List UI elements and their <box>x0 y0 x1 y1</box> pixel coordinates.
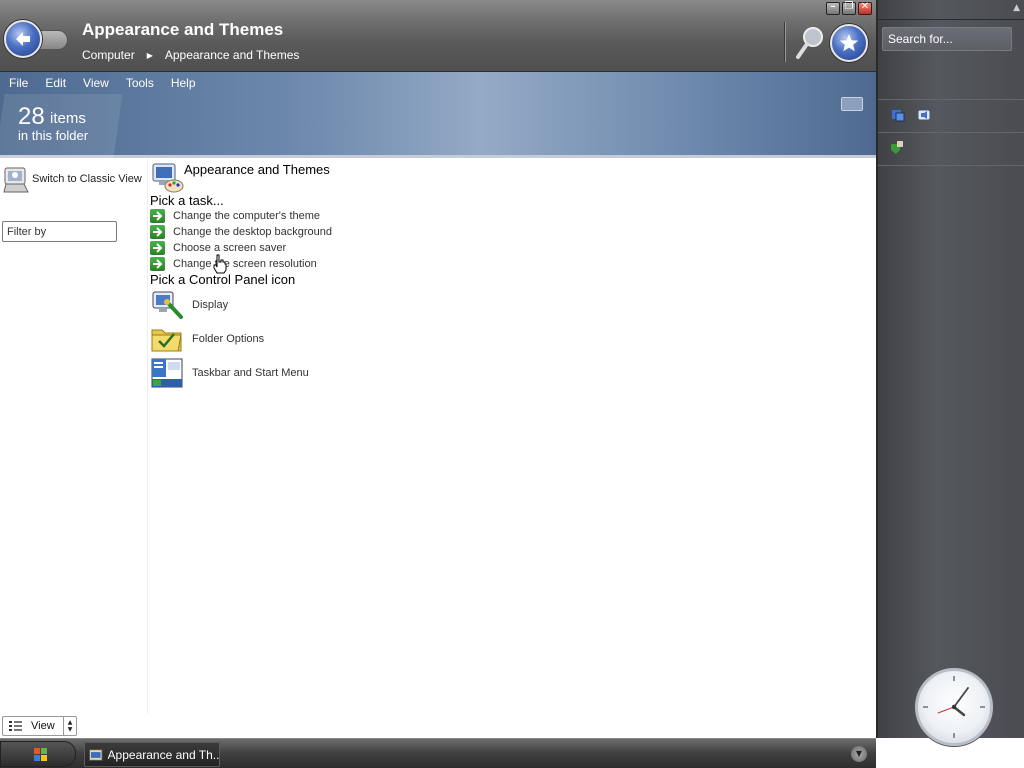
back-button[interactable] <box>4 20 42 58</box>
sidebar-search-input[interactable]: Search for... <box>882 27 1012 51</box>
control-panel-window-icon <box>89 748 103 761</box>
volume-icon[interactable] <box>916 107 932 123</box>
task-label: Choose a screen saver <box>173 242 287 254</box>
content-area: Appearance and Themes Pick a task... Cha… <box>148 159 874 737</box>
cp-item-label: Taskbar and Start Menu <box>192 367 309 379</box>
cp-item-label: Folder Options <box>192 333 265 345</box>
item-count-subtitle: in this folder <box>18 128 89 143</box>
favorites-button[interactable] <box>830 24 868 62</box>
green-arrow-icon <box>150 209 165 223</box>
view-bar: View ▲ ▼ <box>0 714 876 738</box>
task-label: Change the screen resolution <box>173 258 317 270</box>
green-arrow-icon <box>150 225 165 239</box>
breadcrumb-separator-icon: ▶ <box>146 50 153 60</box>
taskbar-window-label: Appearance and Th... <box>107 747 219 762</box>
green-arrow-icon <box>150 241 165 255</box>
minimize-button[interactable]: – <box>826 1 840 15</box>
green-arrow-icon <box>150 257 165 271</box>
menu-edit[interactable]: Edit <box>44 76 73 90</box>
close-button[interactable]: ✕ <box>858 1 872 15</box>
star-icon <box>839 34 859 52</box>
cp-item-taskbar-start-menu[interactable]: Taskbar and Start Menu <box>150 356 309 390</box>
switch-classic-view-label: Switch to Classic View <box>32 173 142 185</box>
folder-options-icon <box>151 329 182 352</box>
windows-logo-icon <box>34 748 47 761</box>
task-change-background[interactable]: Change the desktop background <box>150 224 332 240</box>
sidebar-chevron-icon[interactable]: ▲ <box>1013 3 1020 13</box>
network-icon[interactable] <box>890 107 906 123</box>
window-titlebar: Appearance and Themes Computer ▶ Appeara… <box>0 0 876 72</box>
pick-task-heading: Pick a task... <box>150 193 224 208</box>
menu-tools[interactable]: Tools <box>125 76 161 90</box>
display-icon <box>152 291 183 319</box>
cp-item-display[interactable]: Display <box>150 288 228 322</box>
sidebar-divider <box>878 132 1024 133</box>
breadcrumb-current[interactable]: Appearance and Themes <box>165 48 300 62</box>
back-arrow-icon <box>16 32 30 46</box>
taskbar: Appearance and Th... ▼ <box>0 738 876 768</box>
window-title: Appearance and Themes <box>82 20 284 39</box>
breadcrumb: Computer ▶ Appearance and Themes <box>82 48 299 62</box>
task-label: Change the desktop background <box>173 226 333 238</box>
clock-time-label: 8:05 PM, Aug 26 <box>911 748 993 760</box>
menu-view[interactable]: View <box>82 76 116 90</box>
restore-button[interactable]: ❐ <box>842 1 856 15</box>
switch-classic-view-link[interactable]: Switch to Classic View <box>2 164 142 194</box>
category-title: Appearance and Themes <box>184 162 330 177</box>
security-icon[interactable] <box>888 140 904 156</box>
view-button[interactable]: View ▲ ▼ <box>2 716 77 736</box>
menu-help[interactable]: Help <box>170 76 203 90</box>
clock-gadget[interactable] <box>915 668 993 746</box>
clock-face-icon <box>923 676 985 738</box>
cp-item-label: Display <box>192 299 229 311</box>
view-button-label: View <box>31 720 55 732</box>
sidebar-divider <box>878 99 1024 100</box>
item-count: 28 <box>18 103 45 130</box>
sidebar-top-bar: ▲ <box>878 0 1024 20</box>
taskbar-icon <box>151 358 183 388</box>
pick-icon-heading: Pick a Control Panel icon <box>150 272 296 287</box>
info-band: File Edit View Tools Help 28 items in th… <box>0 72 876 158</box>
menu-bar: File Edit View Tools Help <box>8 76 212 90</box>
search-icon[interactable] <box>795 26 825 60</box>
breadcrumb-computer[interactable]: Computer <box>82 48 135 62</box>
filter-input[interactable] <box>2 221 117 242</box>
sidebar-divider <box>878 165 1024 166</box>
taskbar-expand-icon[interactable]: ▼ <box>851 746 867 762</box>
task-label: Change the computer's theme <box>173 210 321 222</box>
view-spinner-icon[interactable]: ▲ ▼ <box>63 717 76 735</box>
sidebar: ▲ Search for... 8:05 PM, Aug 26 <box>876 0 1024 760</box>
caption-buttons: – ❐ ✕ <box>826 1 872 15</box>
cp-item-folder-options[interactable]: Folder Options <box>150 322 264 356</box>
details-pane-icon[interactable] <box>841 97 863 111</box>
header-divider <box>784 22 786 62</box>
taskbar-window-button[interactable]: Appearance and Th... <box>84 742 220 767</box>
category-header: Appearance and Themes <box>150 160 330 194</box>
task-change-theme[interactable]: Change the computer's theme <box>150 208 320 224</box>
start-button[interactable] <box>0 741 76 767</box>
view-list-icon <box>9 721 22 731</box>
appearance-themes-icon <box>152 163 184 193</box>
control-panel-icon <box>3 167 29 193</box>
task-screen-resolution[interactable]: Change the screen resolution <box>150 256 317 272</box>
menu-file[interactable]: File <box>8 76 35 90</box>
hand-cursor-icon <box>213 254 227 274</box>
item-count-word: items <box>50 110 86 127</box>
left-panel: Switch to Classic View <box>0 159 148 737</box>
